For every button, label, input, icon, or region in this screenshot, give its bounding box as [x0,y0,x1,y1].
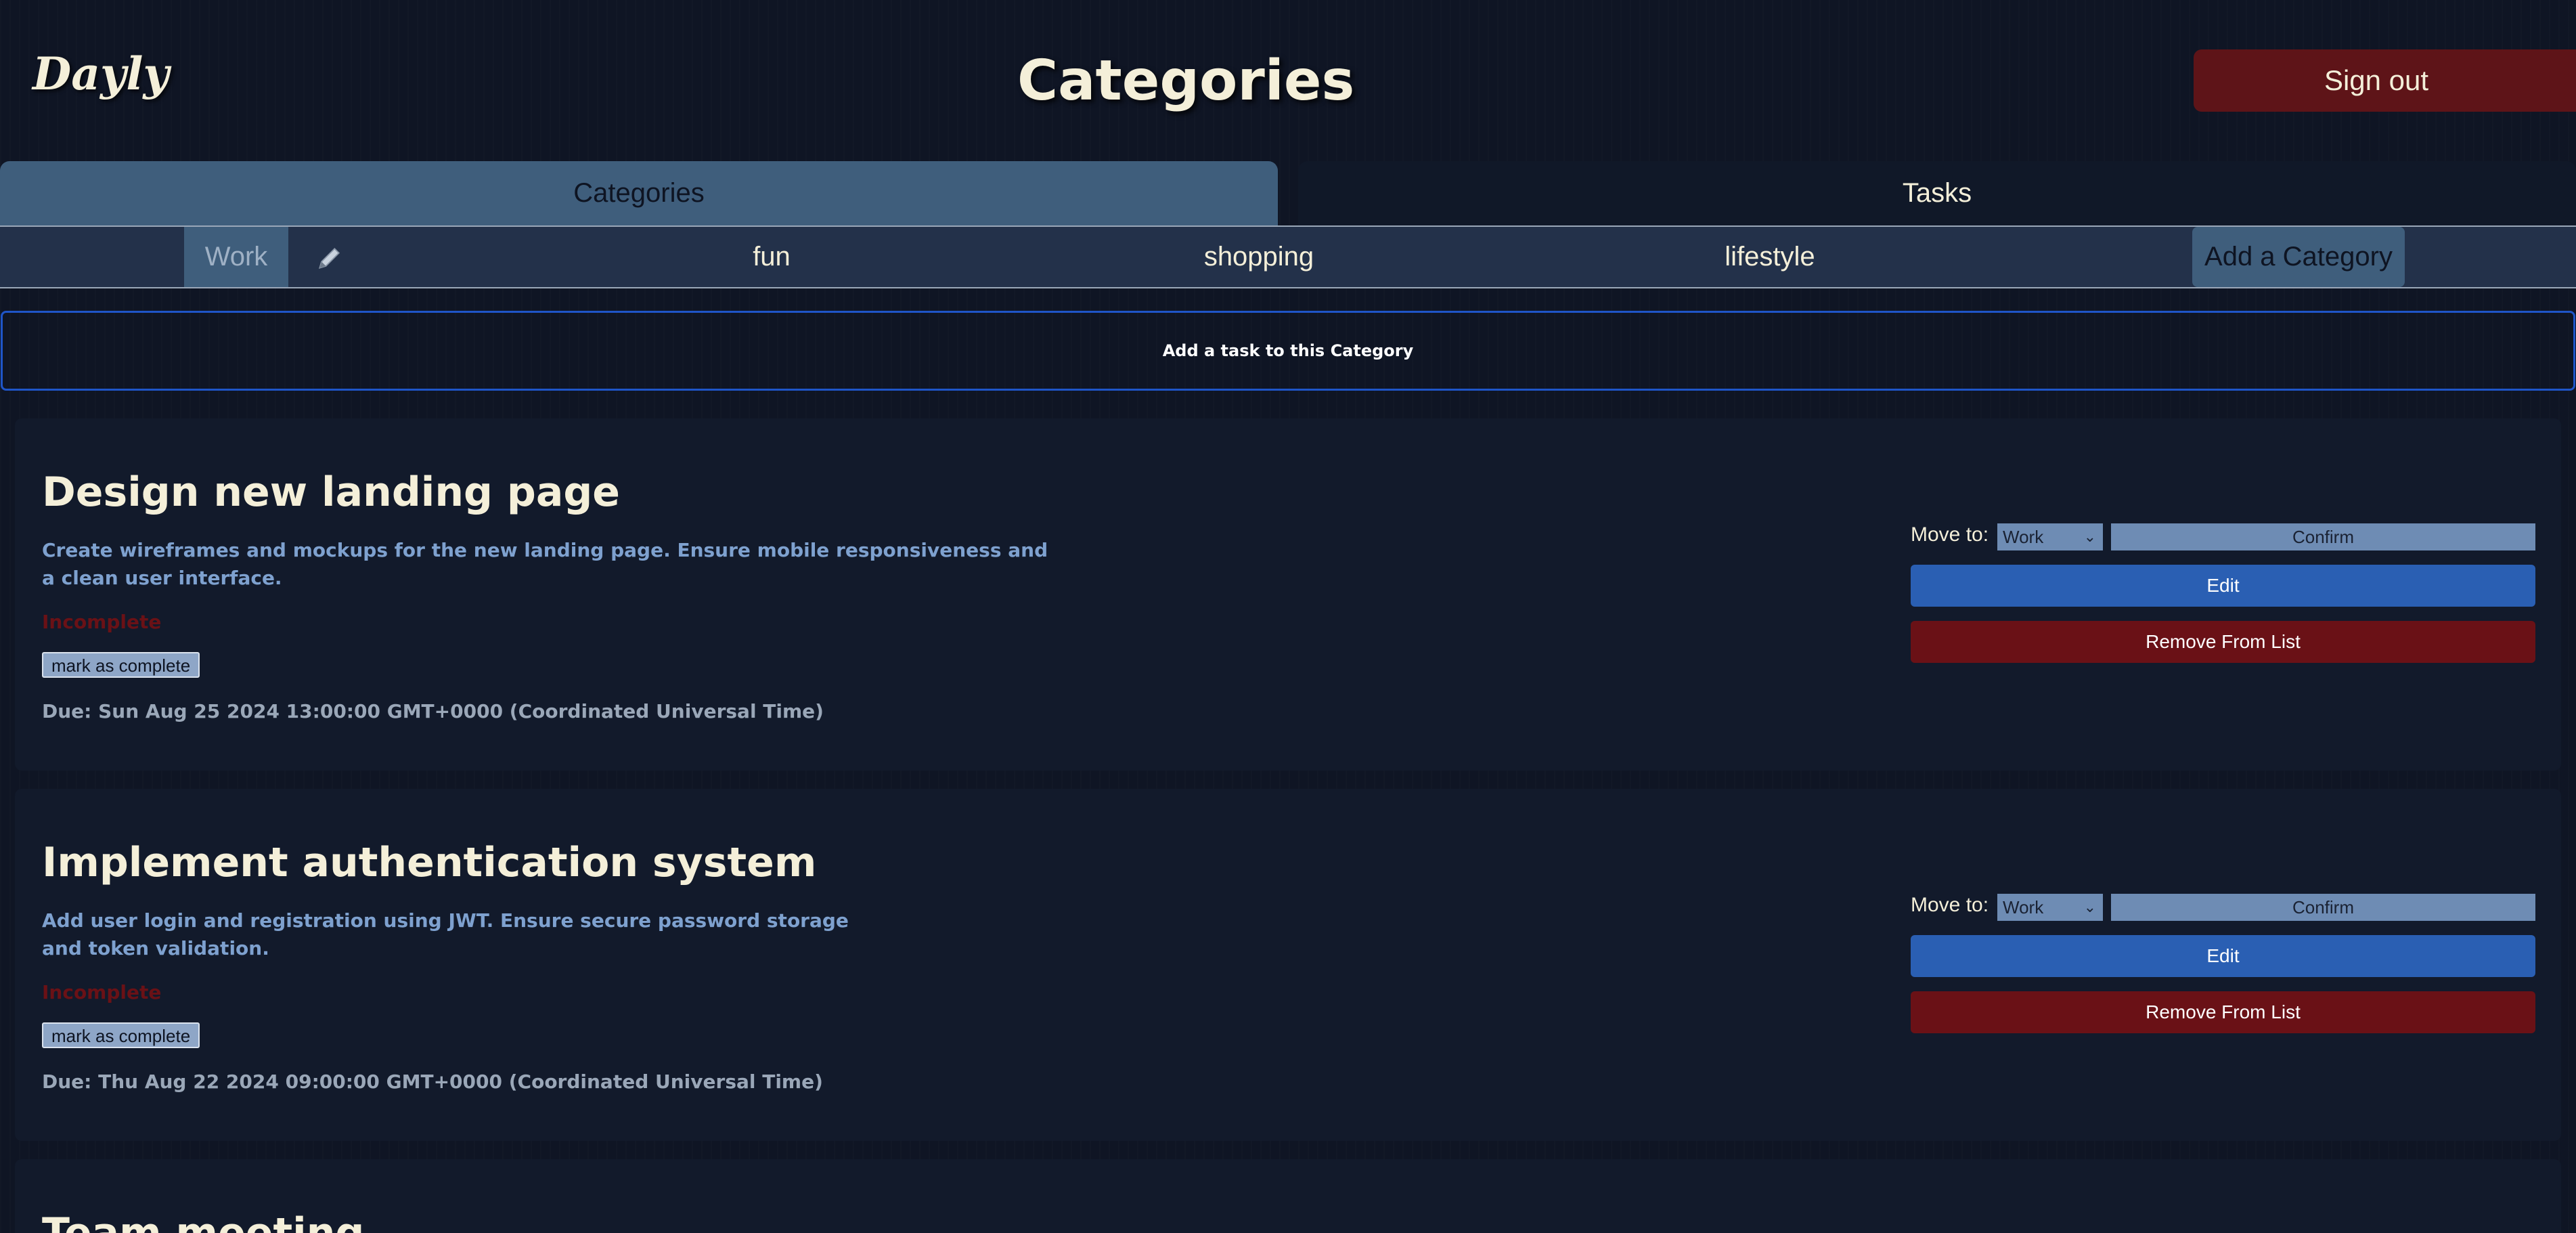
tab-categories[interactable]: Categories [0,161,1278,225]
task-card: Design new landing page Create wireframe… [15,418,2561,771]
category-work[interactable]: Work [184,227,288,287]
remove-from-list-button[interactable]: Remove From List [1911,991,2535,1033]
category-shopping[interactable]: shopping [1151,227,1367,287]
move-to-select[interactable]: Work ⌄ [1997,894,2103,921]
tab-bar: Categories Tasks [0,161,2576,225]
task-due-date: Due: Thu Aug 22 2024 09:00:00 GMT+0000 (… [42,1070,823,1093]
edit-button[interactable]: Edit [1911,565,2535,607]
task-card: Team meeting [15,1159,2561,1233]
remove-from-list-button[interactable]: Remove From List [1911,621,2535,663]
task-title: Design new landing page [42,469,620,516]
chevron-down-icon: ⌄ [2083,899,2096,915]
task-card: Implement authentication system Add user… [15,789,2561,1141]
category-lifestyle[interactable]: lifestyle [1679,227,1861,287]
move-to-label: Move to: [1911,523,1989,546]
move-to-label: Move to: [1911,894,1989,916]
confirm-button[interactable]: Confirm [2111,523,2535,550]
task-description: Create wireframes and mockups for the ne… [42,539,1048,589]
task-status: Incomplete [42,611,162,633]
category-bar: Work fun shopping lifestyle Add a Catego… [0,225,2576,288]
pencil-icon[interactable] [311,227,348,287]
mark-complete-button[interactable]: mark as complete [42,1022,200,1048]
app-logo: Dayly [32,47,169,100]
move-to-value: Work [2003,897,2044,917]
category-fun[interactable]: fun [711,227,832,287]
task-title: Team meeting [42,1209,365,1233]
edit-button[interactable]: Edit [1911,935,2535,977]
chevron-down-icon: ⌄ [2083,528,2096,545]
header: Dayly Categories Sign out [0,0,2576,161]
add-task-button[interactable]: Add a task to this Category [1,311,2575,391]
add-category-button[interactable]: Add a Category [2192,227,2405,287]
task-due-date: Due: Sun Aug 25 2024 13:00:00 GMT+0000 (… [42,700,824,722]
move-to-value: Work [2003,527,2044,547]
task-status: Incomplete [42,981,162,1003]
task-description: Add user login and registration using JW… [42,909,849,959]
sign-out-button[interactable]: Sign out [2194,49,2576,112]
task-title: Implement authentication system [42,839,817,886]
mark-complete-button[interactable]: mark as complete [42,652,200,678]
page-title: Categories [1017,49,1355,113]
move-to-select[interactable]: Work ⌄ [1997,523,2103,550]
confirm-button[interactable]: Confirm [2111,894,2535,921]
tab-tasks[interactable]: Tasks [1298,161,2576,225]
